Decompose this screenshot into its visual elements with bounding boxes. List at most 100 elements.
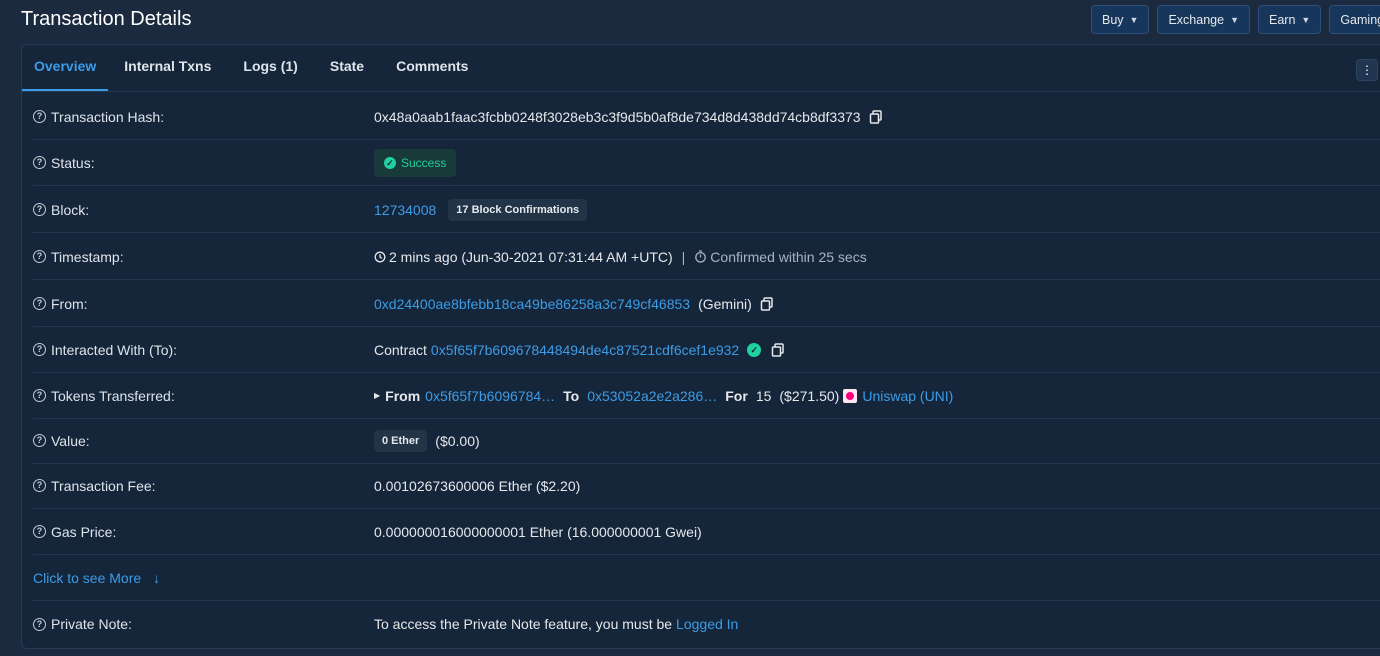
see-more-link[interactable]: Click to see More — [33, 570, 141, 586]
transaction-hash-value: 0x48a0aab1faac3fcbb0248f3028eb3c3f9d5b0a… — [374, 108, 861, 125]
row-value: 0.000000016000000001 Ether (16.000000001… — [374, 524, 702, 540]
row-value: 2 mins ago (Jun-30-2021 07:31:44 AM +UTC… — [374, 249, 867, 265]
row-label: ? Tokens Transferred: — [33, 388, 374, 404]
label-text: From: — [51, 295, 88, 312]
row-value: 0xd24400ae8bfebb18ca49be86258a3c749cf468… — [374, 296, 774, 312]
row-label: ? From: — [33, 296, 374, 312]
row-value: ▶ From 0x5f65f7b6096784… To 0x53052a2e2a… — [374, 388, 953, 404]
row-value: To access the Private Note feature, you … — [374, 616, 738, 632]
from-address-link[interactable]: 0xd24400ae8bfebb18ca49be86258a3c749cf468… — [374, 296, 690, 312]
question-circle-icon[interactable]: ? — [33, 343, 46, 356]
contract-address-link[interactable]: 0x5f65f7b609678448494de4c87521cdf6cef1e9… — [431, 342, 739, 358]
copy-icon[interactable] — [760, 296, 774, 311]
question-circle-icon[interactable]: ? — [33, 110, 46, 123]
row-gas-price: ? Gas Price: 0.000000016000000001 Ether … — [33, 509, 1380, 555]
buy-menu-button[interactable]: Buy ▼ — [1091, 5, 1150, 34]
transaction-fee-value: 0.00102673600006 Ether ($2.20) — [374, 477, 581, 494]
tab-bar: Overview Internal Txns Logs (1) State Co… — [22, 45, 1380, 92]
row-label: ? Private Note: — [33, 616, 374, 632]
label-text: Gas Price: — [51, 523, 117, 540]
chevron-down-icon: ▼ — [1230, 14, 1239, 25]
row-value: 0.00102673600006 Ether ($2.20) — [374, 478, 580, 494]
token-from-address-link[interactable]: 0x5f65f7b6096784… — [425, 388, 555, 404]
question-circle-icon[interactable]: ? — [33, 479, 46, 492]
page-title: Transaction Details — [21, 8, 192, 30]
clock-icon — [374, 251, 386, 262]
label-text: Value: — [51, 432, 90, 449]
question-circle-icon[interactable]: ? — [33, 389, 46, 402]
stopwatch-icon — [695, 250, 707, 263]
label-text: Transaction Hash: — [51, 108, 165, 125]
row-label: ? Timestamp: — [33, 249, 374, 265]
label-text: Timestamp: — [51, 248, 124, 265]
tab-overview[interactable]: Overview — [22, 45, 109, 91]
transaction-card: Overview Internal Txns Logs (1) State Co… — [21, 44, 1380, 649]
status-text: Success — [401, 155, 447, 170]
contract-prefix: Contract — [374, 341, 427, 358]
row-interacted-with: ? Interacted With (To): Contract 0x5f65f… — [33, 327, 1380, 373]
exchange-menu-label: Exchange — [1168, 12, 1225, 27]
question-circle-icon[interactable]: ? — [33, 525, 46, 538]
row-timestamp: ? Timestamp: 2 mins ago (Jun-30-2021 07:… — [33, 234, 1380, 280]
label-text: Private Note: — [51, 616, 132, 632]
row-value-ether: ? Value: 0 Ether ($0.00) — [33, 418, 1380, 464]
row-label: ? Transaction Fee: — [33, 478, 374, 494]
token-amount: 15 — [755, 387, 772, 404]
caret-right-icon: ▶ — [374, 391, 381, 400]
row-see-more: Click to see More ↓ — [33, 555, 1380, 601]
label-text: Transaction Fee: — [51, 477, 156, 494]
row-transaction-hash: ? Transaction Hash: 0x48a0aab1faac3fcbb0… — [33, 94, 1380, 140]
confirmations-badge: 17 Block Confirmations — [448, 198, 588, 221]
chevron-down-icon: ▼ — [1301, 14, 1311, 25]
row-from: ? From: 0xd24400ae8bfebb18ca49be86258a3c… — [33, 281, 1380, 327]
token-to-address-link[interactable]: 0x53052a2e2a286… — [587, 388, 717, 404]
tab-comments[interactable]: Comments — [380, 45, 484, 91]
separator: | — [681, 248, 686, 265]
check-circle-icon: ✓ — [384, 156, 396, 169]
for-label: For — [725, 387, 748, 404]
from-label: From — [385, 387, 421, 404]
row-value: 0x48a0aab1faac3fcbb0248f3028eb3c3f9d5b0a… — [374, 109, 883, 125]
question-circle-icon[interactable]: ? — [33, 434, 46, 447]
uniswap-logo-icon — [843, 388, 858, 403]
row-value: 0 Ether ($0.00) — [374, 429, 480, 452]
logged-in-link[interactable]: Logged In — [676, 616, 738, 632]
question-circle-icon[interactable]: ? — [33, 156, 46, 169]
exchange-menu-button[interactable]: Exchange ▼ — [1157, 5, 1250, 34]
gaming-menu-button[interactable]: Gaming ▼ — [1329, 5, 1380, 34]
row-value: Contract 0x5f65f7b609678448494de4c87521c… — [374, 342, 785, 358]
row-label: ? Gas Price: — [33, 524, 374, 540]
tab-state[interactable]: State — [314, 45, 380, 91]
row-label: ? Value: — [33, 433, 374, 449]
tab-logs[interactable]: Logs (1) — [227, 45, 313, 91]
row-value: 12734008 17 Block Confirmations — [374, 198, 588, 221]
verified-check-icon: ✓ — [747, 342, 762, 357]
copy-icon[interactable] — [771, 342, 785, 357]
label-text: Interacted With (To): — [51, 341, 178, 358]
label-text: Block: — [51, 201, 90, 218]
question-circle-icon[interactable]: ? — [33, 617, 46, 631]
timestamp-value: 2 mins ago (Jun-30-2021 07:31:44 AM +UTC… — [389, 248, 673, 265]
ether-value-badge: 0 Ether — [374, 429, 428, 452]
status-badge: ✓ Success — [374, 148, 457, 177]
ether-usd-value: ($0.00) — [435, 432, 480, 449]
token-name-link[interactable]: Uniswap (UNI) — [862, 388, 953, 404]
private-note-text: To access the Private Note feature, you … — [374, 616, 673, 632]
question-circle-icon[interactable]: ? — [33, 203, 46, 216]
row-label: ? Transaction Hash: — [33, 109, 374, 125]
confirmed-within-text: Confirmed within 25 secs — [710, 248, 867, 265]
row-private-note: ? Private Note: To access the Private No… — [33, 601, 1380, 647]
question-circle-icon[interactable]: ? — [33, 250, 46, 263]
question-circle-icon[interactable]: ? — [33, 297, 46, 310]
tab-internal-txns[interactable]: Internal Txns — [108, 45, 227, 91]
copy-icon[interactable] — [869, 109, 883, 124]
top-menu: Buy ▼ Exchange ▼ Earn ▼ Gaming ▼ — [1091, 5, 1380, 34]
label-text: Tokens Transferred: — [51, 387, 175, 404]
block-number-link[interactable]: 12734008 — [374, 202, 436, 218]
arrow-down-icon[interactable]: ↓ — [153, 570, 160, 586]
row-transaction-fee: ? Transaction Fee: 0.00102673600006 Ethe… — [33, 463, 1380, 509]
earn-menu-button[interactable]: Earn ▼ — [1258, 5, 1322, 34]
chevron-down-icon: ▼ — [1129, 14, 1139, 25]
row-value: ✓ Success — [374, 148, 457, 177]
more-options-icon[interactable]: ⋮ — [1356, 59, 1378, 81]
